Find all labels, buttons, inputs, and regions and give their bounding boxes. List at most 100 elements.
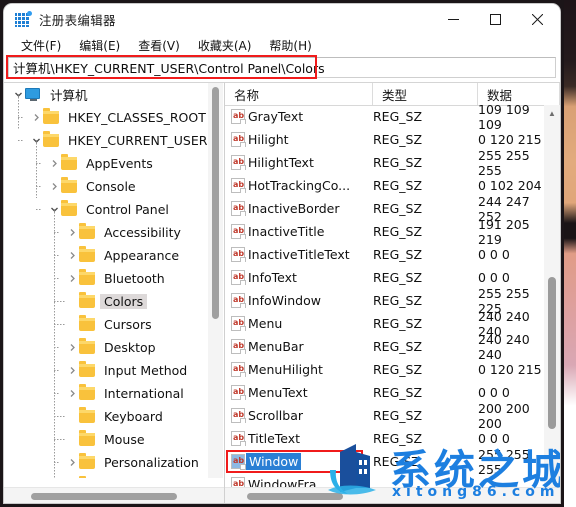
computer-icon	[25, 88, 41, 101]
tree-item-appearance[interactable]: Appearance	[4, 244, 209, 267]
chevron-right-icon[interactable]	[66, 382, 79, 405]
chevron-right-icon[interactable]	[48, 175, 61, 198]
chevron-right-icon[interactable]	[66, 359, 79, 382]
table-row[interactable]: ab Window REG SZ 255 255 255	[225, 447, 544, 477]
table-row[interactable]: ab GrayText REG_SZ 109 109 109	[225, 105, 544, 132]
tree-item-label: HKEY_CLASSES_ROOT	[68, 110, 206, 125]
folder-icon	[79, 223, 95, 239]
chevron-right-icon[interactable]	[66, 244, 79, 267]
cell-name: ab MenuBar	[225, 339, 373, 354]
menu-edit[interactable]: 编辑(E)	[70, 36, 129, 55]
string-value-icon: ab	[231, 293, 245, 308]
tree-guide-line	[18, 94, 19, 129]
tree-item-bluetooth[interactable]: Bluetooth	[4, 267, 209, 290]
tree-item-colors[interactable]: Colors	[4, 290, 209, 313]
column-header-type[interactable]: 类型	[373, 83, 478, 105]
tree-elbow	[18, 117, 24, 118]
table-row[interactable]: ab InactiveTitleText REG_SZ 0 0 0	[225, 243, 544, 266]
menu-favorites[interactable]: 收藏夹(A)	[189, 36, 261, 55]
tree-item-desktop[interactable]: Desktop	[4, 336, 209, 359]
registry-values-pane: 名称 类型 数据 ab GrayText REG_SZ 109 109 109 ab Hili…	[225, 82, 560, 503]
string-value-icon: ab	[231, 339, 245, 354]
list-hscrollbar-thumb[interactable]	[247, 493, 343, 500]
cell-type: REG_SZ	[373, 408, 423, 423]
tree-item-appevents[interactable]: AppEvents	[4, 152, 209, 175]
tree-item-hkey-current-user[interactable]: HKEY_CURRENT_USER	[4, 129, 209, 152]
tree-item-accessibility[interactable]: Accessibility	[4, 221, 209, 244]
tree-item-label: Desktop	[104, 340, 156, 355]
tree-item-cursors[interactable]: Cursors	[4, 313, 209, 336]
cell-data: 0 120 215	[478, 132, 542, 147]
tree-item-international[interactable]: International	[4, 382, 209, 405]
tree-item-keyboard[interactable]: Keyboard	[4, 405, 209, 428]
tree-horizontal-scrollbar[interactable]	[4, 487, 224, 503]
value-name: HotTrackingCo...	[248, 178, 351, 193]
address-input[interactable]: 计算机\HKEY_CURRENT_USER\Control Panel\Colo…	[8, 57, 556, 78]
chevron-right-icon[interactable]	[66, 267, 79, 290]
chevron-right-icon[interactable]	[66, 474, 79, 478]
close-button[interactable]	[516, 4, 558, 35]
chevron-right-icon[interactable]	[66, 451, 79, 474]
string-value-icon: ab	[231, 178, 245, 193]
tree-item-mouse[interactable]: Mouse	[4, 428, 209, 451]
list-horizontal-scrollbar[interactable]	[225, 487, 560, 503]
table-row[interactable]: ab WindowFra	[225, 473, 544, 488]
registry-tree-pane: 计算机 HKEY_CLASSES_ROOT HKEY_CURRENT_USER App…	[4, 82, 225, 503]
value-name: InactiveBorder	[248, 201, 340, 216]
cell-data: 191 205 219	[478, 216, 530, 247]
folder-icon	[79, 338, 95, 354]
chevron-right-icon[interactable]	[66, 336, 79, 359]
table-row[interactable]: ab MenuHilight REG_SZ 0 120 215	[225, 358, 544, 381]
tree-item-control-panel[interactable]: Control Panel	[4, 198, 209, 221]
table-row[interactable]: ab MenuBar REG_SZ 240 240 240	[225, 332, 544, 362]
registry-grid-icon	[15, 10, 32, 28]
tree-item-console[interactable]: Console	[4, 175, 209, 198]
tree-vertical-scrollbar[interactable]	[208, 83, 223, 478]
scroll-up-arrow-icon[interactable]: ▲	[544, 105, 560, 121]
tree-item-powercfg[interactable]: PowerCfg	[4, 474, 209, 478]
minimize-button[interactable]	[432, 4, 474, 35]
tree-hscrollbar-thumb[interactable]	[31, 493, 177, 500]
column-header-name[interactable]: 名称	[225, 83, 373, 105]
table-row[interactable]: ab HilightText REG_SZ 255 255 255	[225, 148, 544, 178]
cell-data: 0 102 204	[478, 178, 542, 193]
menu-view[interactable]: 查看(V)	[129, 36, 189, 55]
column-header-data[interactable]: 数据	[478, 83, 560, 105]
desktop-background-strip	[564, 0, 576, 507]
table-row[interactable]: ab Scrollbar REG_SZ 200 200 200	[225, 401, 544, 431]
cell-type: REG_SZ	[373, 293, 423, 308]
menu-file[interactable]: 文件(F)	[12, 36, 70, 55]
cell-name: ab InactiveTitleText	[225, 247, 373, 262]
tree-item-hkey-classes-root[interactable]: HKEY_CLASSES_ROOT	[4, 106, 209, 129]
tree-vscrollbar-thumb[interactable]	[212, 87, 219, 319]
list-vertical-scrollbar[interactable]: ▲	[544, 105, 560, 488]
value-name: MenuBar	[248, 339, 304, 354]
tree-elbow	[54, 347, 60, 348]
tree-elbow-spacer	[66, 313, 79, 336]
registry-tree: 计算机 HKEY_CLASSES_ROOT HKEY_CURRENT_USER App…	[4, 83, 209, 478]
tree-elbow	[36, 163, 42, 164]
tree-item-label: Cursors	[104, 317, 152, 332]
cell-type: REG_SZ	[373, 109, 423, 124]
table-row[interactable]: ab InactiveTitle REG_SZ 191 205 219	[225, 217, 544, 247]
maximize-button[interactable]	[474, 4, 516, 35]
menu-help[interactable]: 帮助(H)	[260, 36, 320, 55]
cell-name: ab TitleText	[225, 431, 373, 446]
value-name: Menu	[248, 316, 283, 331]
string-value-icon: ab	[231, 431, 245, 446]
cell-data: 240 240 240	[478, 331, 530, 362]
tree-item-label: AppEvents	[86, 156, 153, 171]
chevron-right-icon[interactable]	[30, 106, 43, 129]
value-name: InactiveTitle	[248, 224, 325, 239]
chevron-right-icon[interactable]	[66, 221, 79, 244]
value-name: MenuHilight	[248, 362, 323, 377]
tree-item--[interactable]: 计算机	[4, 83, 209, 106]
list-vscrollbar-thumb[interactable]	[548, 277, 556, 429]
cell-data: 0 0 0	[478, 385, 510, 400]
content-panes: 计算机 HKEY_CLASSES_ROOT HKEY_CURRENT_USER App…	[4, 82, 560, 503]
cell-name: ab MenuText	[225, 385, 373, 400]
tree-elbow	[54, 462, 60, 463]
tree-item-input-method[interactable]: Input Method	[4, 359, 209, 382]
chevron-right-icon[interactable]	[48, 152, 61, 175]
tree-item-personalization[interactable]: Personalization	[4, 451, 209, 474]
